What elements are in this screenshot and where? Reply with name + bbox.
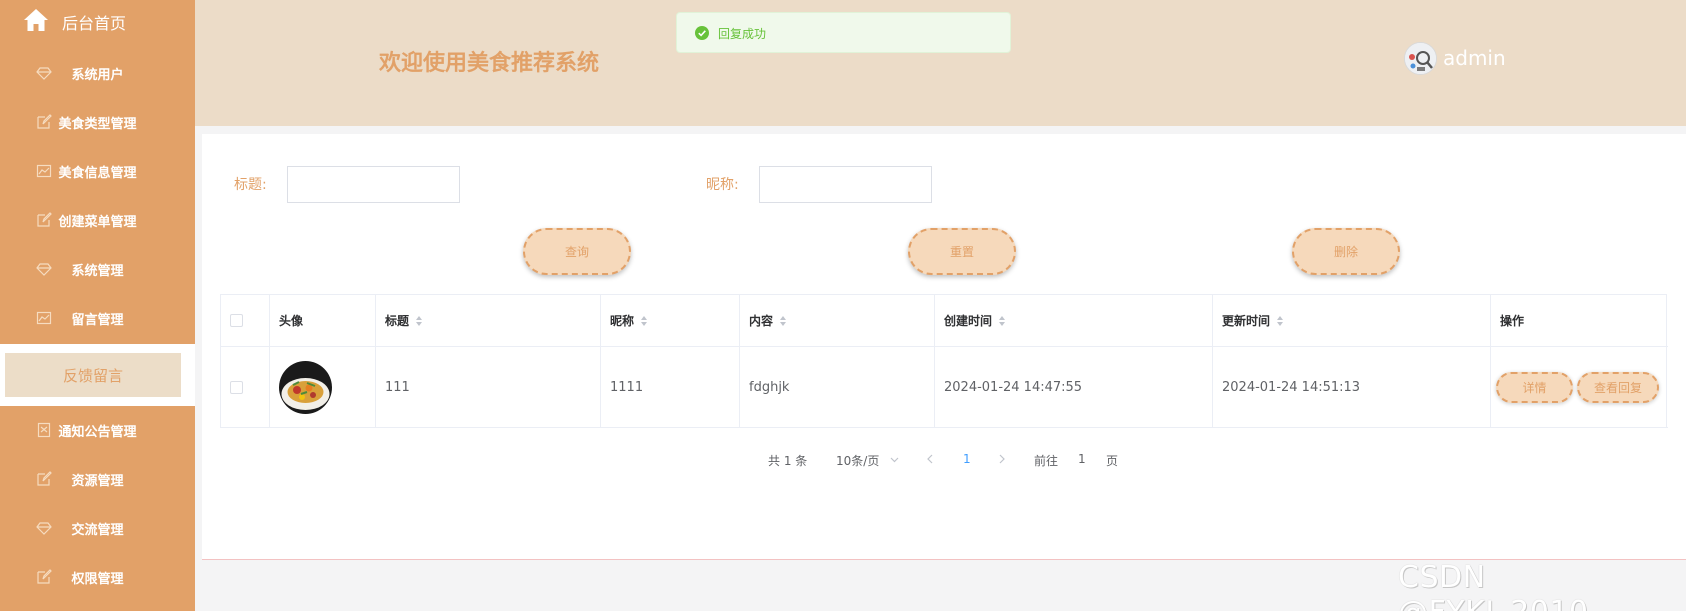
header-ops-label: 操作 bbox=[1500, 314, 1525, 328]
pagination-total: 共 1 条 bbox=[768, 454, 808, 468]
feedback-table: 头像 标题 昵称 内容 创建时间 更新时间 操作 111 1111 fdghjk… bbox=[220, 294, 1668, 428]
sidebar-item-food-type[interactable]: 美食类型管理 bbox=[0, 98, 195, 147]
header-updated[interactable]: 更新时间 bbox=[1213, 295, 1491, 346]
sidebar-item-exchange-manage[interactable]: 交流管理 bbox=[0, 504, 195, 553]
table-row: 111 1111 fdghjk 2024-01-24 14:47:55 2024… bbox=[221, 347, 1668, 428]
user-avatar-icon bbox=[1405, 43, 1436, 74]
header-nickname-label: 昵称 bbox=[610, 314, 635, 328]
chevron-down-icon[interactable] bbox=[890, 455, 899, 464]
header-avatar: 头像 bbox=[270, 295, 376, 346]
row-ops-cell: 详情 查看回复 bbox=[1491, 347, 1668, 427]
row-content: fdghjk bbox=[740, 347, 935, 427]
view-reply-button[interactable]: 查看回复 bbox=[1577, 371, 1659, 403]
sidebar-item-food-info[interactable]: 美食信息管理 bbox=[0, 147, 195, 196]
sidebar-item-notice-manage[interactable]: 通知公告管理 bbox=[0, 406, 195, 455]
header-updated-label: 更新时间 bbox=[1222, 314, 1271, 328]
sidebar-item-label: 系统管理 bbox=[71, 264, 124, 279]
row-select-cell bbox=[221, 347, 270, 427]
query-button[interactable]: 查询 bbox=[523, 228, 631, 275]
row-avatar-cell bbox=[270, 347, 376, 427]
goto-suffix: 页 bbox=[1106, 454, 1119, 468]
header-title[interactable]: 标题 bbox=[376, 295, 601, 346]
sidebar-item-label: 系统用户 bbox=[71, 68, 124, 83]
check-circle-icon bbox=[695, 26, 709, 40]
page-title: 欢迎使用美食推荐系统 bbox=[379, 51, 600, 76]
row-created: 2024-01-24 14:47:55 bbox=[935, 347, 1213, 427]
title-input[interactable] bbox=[287, 166, 460, 203]
home-icon bbox=[24, 9, 48, 31]
sidebar: 后台首页 系统用户 美食类型管理 美食信息管理 创建菜单管理 系统管理 留言管理… bbox=[0, 0, 195, 611]
row-checkbox[interactable] bbox=[230, 380, 243, 394]
sidebar-item-menu-create[interactable]: 创建菜单管理 bbox=[0, 196, 195, 245]
nickname-label: 昵称: bbox=[706, 177, 739, 193]
sidebar-home-label: 后台首页 bbox=[62, 14, 127, 33]
prev-page-icon[interactable] bbox=[926, 454, 934, 464]
sidebar-item-feedback[interactable]: 反馈留言 bbox=[5, 353, 181, 397]
sidebar-item-label: 资源管理 bbox=[71, 474, 124, 489]
next-page-icon[interactable] bbox=[998, 454, 1006, 464]
header-select-cell bbox=[221, 295, 270, 346]
success-toast: 回复成功 bbox=[676, 12, 1011, 53]
sidebar-item-label: 权限管理 bbox=[71, 572, 124, 587]
table-header: 头像 标题 昵称 内容 创建时间 更新时间 操作 bbox=[221, 295, 1668, 347]
sidebar-item-label: 留言管理 bbox=[71, 313, 124, 328]
row-title: 111 bbox=[376, 347, 601, 427]
sort-icon[interactable] bbox=[779, 315, 787, 327]
sidebar-active-wrap: 反馈留言 bbox=[0, 344, 195, 406]
row-nickname: 1111 bbox=[601, 347, 740, 427]
sidebar-item-label: 交流管理 bbox=[71, 523, 124, 538]
sort-icon[interactable] bbox=[1276, 315, 1284, 327]
page-number-current[interactable]: 1 bbox=[963, 452, 971, 466]
header-ops: 操作 bbox=[1491, 295, 1668, 346]
sidebar-item-label: 通知公告管理 bbox=[58, 425, 137, 440]
sort-icon[interactable] bbox=[998, 315, 1006, 327]
sidebar-item-label: 创建菜单管理 bbox=[58, 215, 137, 230]
sort-icon[interactable] bbox=[640, 315, 648, 327]
reset-button[interactable]: 重置 bbox=[908, 228, 1016, 275]
select-all-checkbox[interactable] bbox=[230, 314, 243, 327]
username[interactable]: admin bbox=[1443, 46, 1506, 70]
header-created[interactable]: 创建时间 bbox=[935, 295, 1213, 346]
goto-prefix: 前往 bbox=[1034, 454, 1059, 468]
sidebar-item-permission-manage[interactable]: 权限管理 bbox=[0, 553, 195, 602]
header-nickname[interactable]: 昵称 bbox=[601, 295, 740, 346]
detail-button[interactable]: 详情 bbox=[1496, 371, 1573, 403]
food-image bbox=[279, 360, 332, 414]
page-size-select[interactable]: 10条/页 bbox=[836, 452, 879, 469]
sort-icon[interactable] bbox=[415, 315, 423, 327]
main-panel: 标题: 昵称: 查询 重置 删除 头像 标题 昵称 内容 创建时间 更新时间 操… bbox=[202, 134, 1686, 560]
header-avatar-label: 头像 bbox=[279, 314, 304, 328]
sidebar-item-system-manage[interactable]: 系统管理 bbox=[0, 245, 195, 294]
sidebar-item-resource-manage[interactable]: 资源管理 bbox=[0, 455, 195, 504]
header-content-label: 内容 bbox=[749, 314, 774, 328]
sidebar-item-label: 美食信息管理 bbox=[58, 166, 137, 181]
header-content[interactable]: 内容 bbox=[740, 295, 935, 346]
sidebar-item-system-users[interactable]: 系统用户 bbox=[0, 49, 195, 98]
avatar[interactable] bbox=[1404, 42, 1437, 75]
header-title-label: 标题 bbox=[385, 314, 410, 328]
sidebar-item-label: 美食类型管理 bbox=[58, 117, 137, 132]
nickname-input[interactable] bbox=[759, 166, 932, 203]
watermark: CSDN @FYKJ_2010 bbox=[1398, 560, 1588, 611]
header-created-label: 创建时间 bbox=[944, 314, 993, 328]
row-updated: 2024-01-24 14:51:13 bbox=[1213, 347, 1491, 427]
delete-button[interactable]: 删除 bbox=[1292, 228, 1400, 275]
pagination: 共 1 条 10条/页 1 前往 1 页 bbox=[202, 448, 1686, 472]
toast-message: 回复成功 bbox=[718, 27, 767, 41]
sidebar-item-message-manage[interactable]: 留言管理 bbox=[0, 294, 195, 343]
title-label: 标题: bbox=[234, 177, 267, 193]
sidebar-home[interactable]: 后台首页 bbox=[0, 0, 195, 44]
goto-page-input[interactable]: 1 bbox=[1078, 452, 1086, 466]
